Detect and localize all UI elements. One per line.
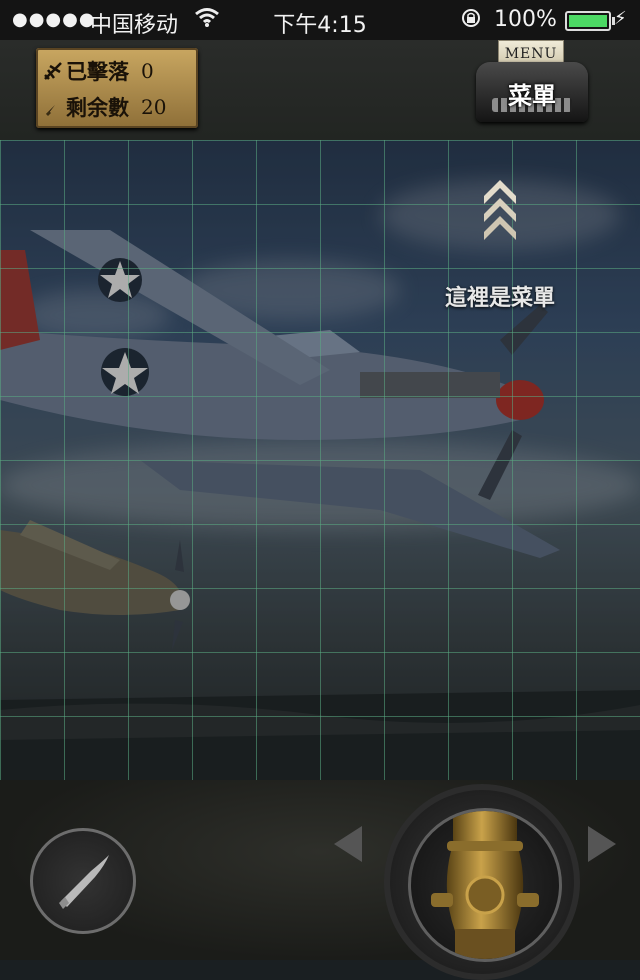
bullet-icon [42,96,64,118]
rotation-lock-icon [460,7,482,34]
cannon-view [408,808,562,962]
remaining-row: 剩余數 20 [42,90,166,124]
menu-button[interactable]: MENU 菜單 [470,40,594,128]
battery-percent: 100% [494,7,557,32]
remaining-value: 20 [141,95,167,119]
bottom-hud [0,780,640,980]
shot-down-label: 已擊落 [66,59,129,84]
battery-icon [565,11,615,31]
cannon-icon [431,811,539,959]
battlefield[interactable]: 這裡是菜單 [0,140,640,780]
arrow-right-icon[interactable] [586,824,618,864]
menu-hint-text: 這裡是菜單 [444,286,555,311]
target-grid[interactable] [0,140,640,780]
remaining-label: 剩余數 [66,95,129,120]
bomb-button[interactable] [30,828,136,934]
shot-down-value: 0 [141,59,154,83]
arrow-left-icon[interactable] [332,824,364,864]
status-bar: ●●●●● 中国移动 下午4:15 100% ⚡ [0,0,640,40]
battery-fill [569,15,607,27]
score-plate: 已擊落 0 剩余數 20 [36,48,198,128]
shot-down-row: 已擊落 0 [42,54,154,88]
charging-bolt-icon: ⚡ [614,8,627,29]
airplane-icon [42,60,64,82]
menu-label: 菜單 [508,82,556,110]
top-hud: 已擊落 0 剩余數 20 MENU 菜單 [0,40,640,140]
chevron-up-icon [484,180,516,240]
fire-button[interactable] [384,784,580,980]
shell-icon [59,855,109,909]
